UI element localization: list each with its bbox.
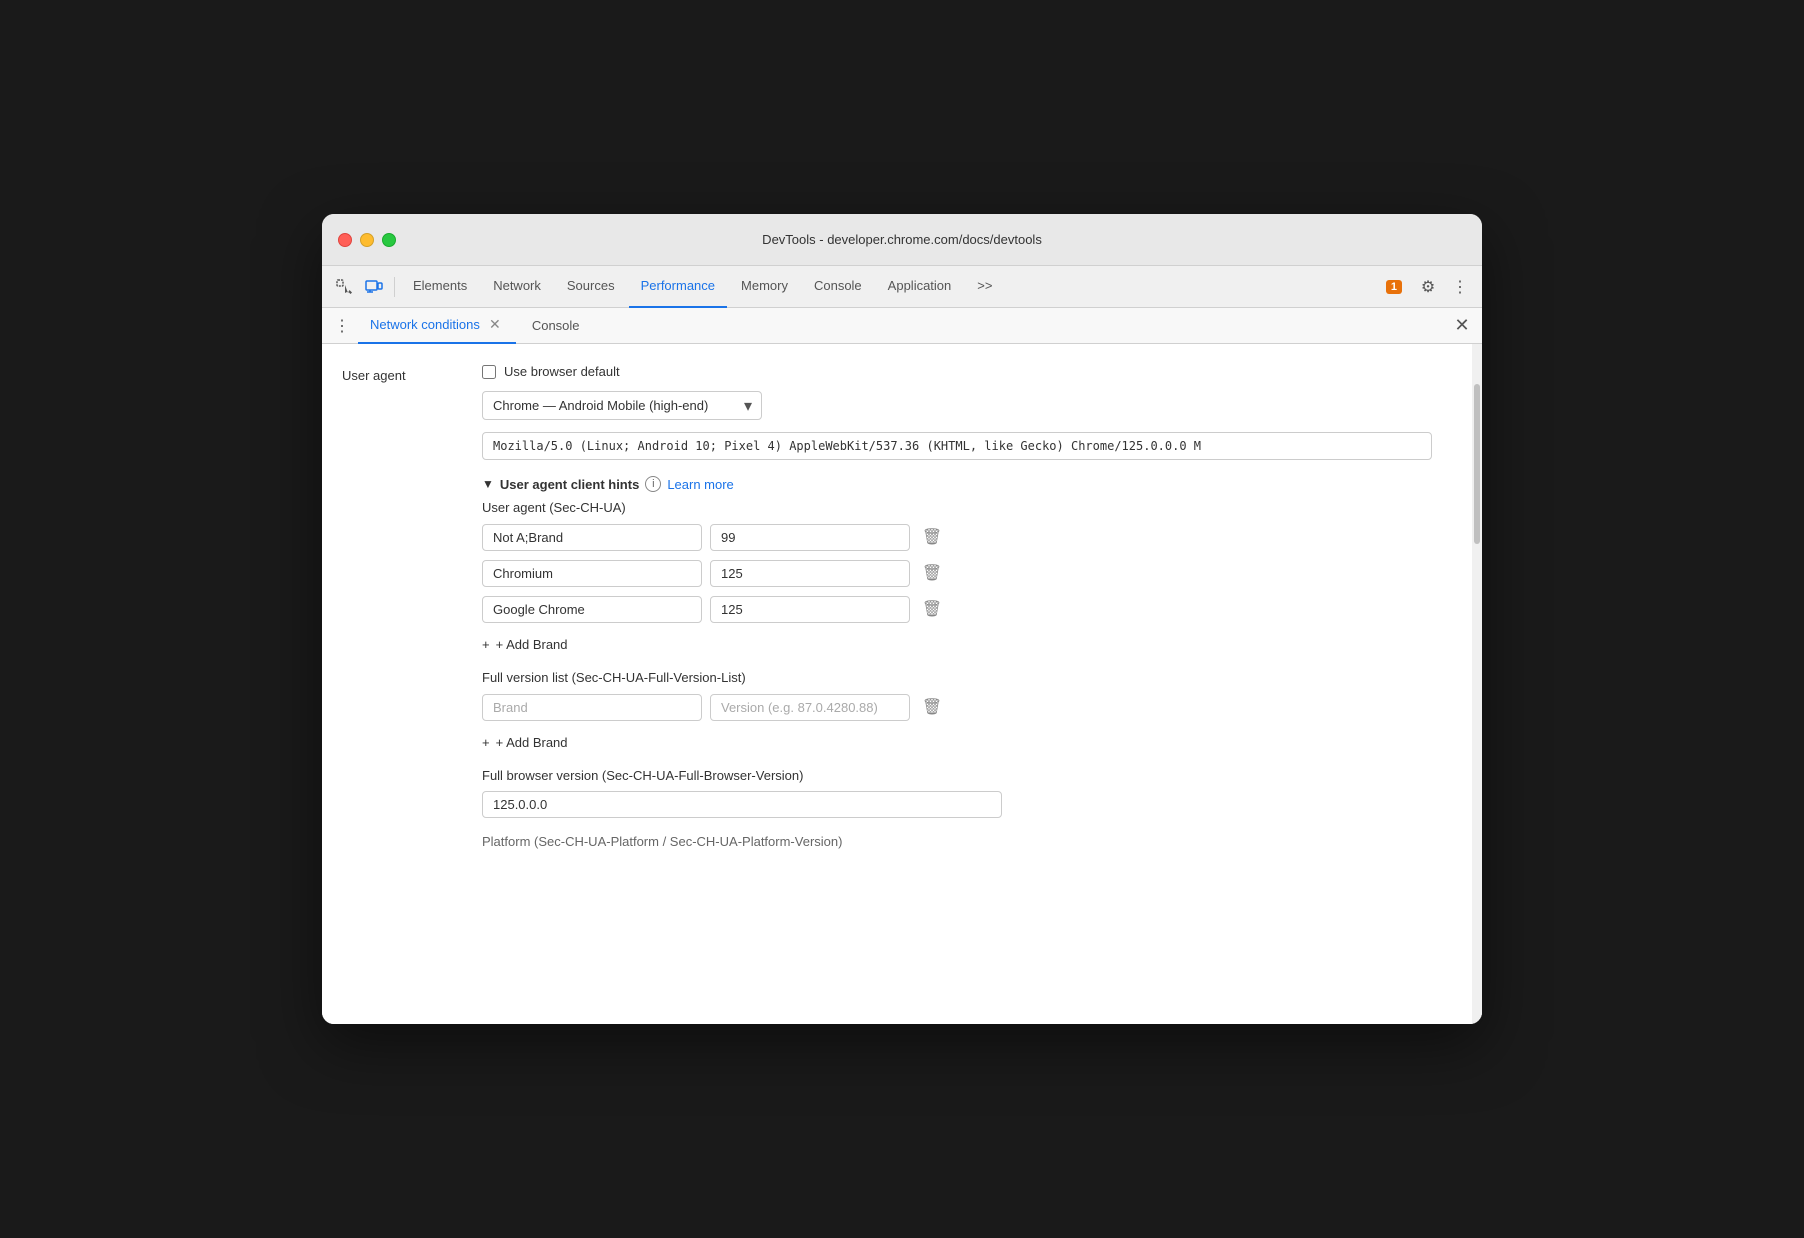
main-content: User agent Use browser default Chrome — … (322, 344, 1482, 1024)
tab-more[interactable]: >> (965, 266, 1004, 308)
brand-version-input-2[interactable] (710, 596, 910, 623)
full-version-brand-row-0: 🗑 (482, 693, 1432, 721)
settings-icon[interactable]: ⚙ (1414, 273, 1442, 301)
add-full-version-brand-button[interactable]: + + Add Brand (482, 729, 1432, 756)
tab-sources[interactable]: Sources (555, 266, 627, 308)
minimize-button[interactable] (360, 233, 374, 247)
brand-name-input-0[interactable] (482, 524, 702, 551)
full-version-list-label: Full version list (Sec-CH-UA-Full-Versio… (482, 670, 1432, 685)
issues-button[interactable]: 1 (1378, 276, 1410, 298)
full-browser-version-input[interactable] (482, 791, 1002, 818)
platform-section-label: Platform (Sec-CH-UA-Platform / Sec-CH-UA… (482, 826, 1432, 849)
subtab-console[interactable]: Console (520, 308, 592, 344)
brand-row-1: 🗑 (482, 559, 1432, 587)
plus-icon-2: + (482, 735, 490, 750)
info-icon[interactable]: i (645, 476, 661, 492)
subtoolbar: ⋮ Network conditions ✕ Console ✕ (322, 308, 1482, 344)
delete-full-version-brand-button[interactable]: 🗑 (918, 693, 946, 721)
content-area: User agent Use browser default Chrome — … (322, 344, 1472, 1024)
brand-row-0: 🗑 (482, 523, 1432, 551)
hints-title: User agent client hints (500, 477, 639, 492)
tab-performance[interactable]: Performance (629, 266, 727, 308)
plus-icon: + (482, 637, 490, 652)
tab-network[interactable]: Network (481, 266, 553, 308)
user-agent-label: User agent (342, 364, 482, 383)
scrollbar-thumb[interactable] (1474, 384, 1480, 544)
full-browser-version-label: Full browser version (Sec-CH-UA-Full-Bro… (482, 768, 1432, 783)
titlebar: DevTools - developer.chrome.com/docs/dev… (322, 214, 1482, 266)
more-options-icon[interactable]: ⋮ (1446, 273, 1474, 301)
toolbar-right: 1 ⚙ ⋮ (1378, 273, 1474, 301)
close-panel-icon[interactable]: ✕ (1450, 314, 1474, 338)
add-brand-button[interactable]: + + Add Brand (482, 631, 1432, 658)
user-agent-content: Use browser default Chrome — Android Mob… (482, 364, 1432, 853)
tab-console[interactable]: Console (802, 266, 874, 308)
devtools-window: DevTools - developer.chrome.com/docs/dev… (322, 214, 1482, 1024)
ua-string-input[interactable] (482, 432, 1432, 460)
full-version-version-input[interactable] (710, 694, 910, 721)
device-icon[interactable] (360, 273, 388, 301)
delete-brand-button-0[interactable]: 🗑 (918, 523, 946, 551)
close-network-conditions-tab[interactable]: ✕ (486, 316, 504, 334)
maximize-button[interactable] (382, 233, 396, 247)
subtab-network-conditions-label: Network conditions (370, 317, 480, 332)
ua-select-wrapper: Chrome — Android Mobile (high-end) Chrom… (482, 391, 762, 420)
user-agent-section: User agent Use browser default Chrome — … (342, 364, 1432, 853)
brand-row-2: 🗑 (482, 595, 1432, 623)
tab-memory[interactable]: Memory (729, 266, 800, 308)
main-toolbar: Elements Network Sources Performance Mem… (322, 266, 1482, 308)
use-browser-default-label[interactable]: Use browser default (504, 364, 620, 379)
hints-toggle-icon[interactable]: ▼ (482, 477, 494, 491)
cursor-icon[interactable] (330, 273, 358, 301)
subtab-menu-icon[interactable]: ⋮ (330, 314, 354, 338)
ua-preset-select[interactable]: Chrome — Android Mobile (high-end) Chrom… (482, 391, 762, 420)
scrollbar[interactable] (1472, 344, 1482, 1024)
use-browser-default-row: Use browser default (482, 364, 1432, 379)
client-hints-section: ▼ User agent client hints i Learn more U… (482, 476, 1432, 849)
tab-application[interactable]: Application (876, 266, 964, 308)
brand-version-input-1[interactable] (710, 560, 910, 587)
sec-ch-ua-label: User agent (Sec-CH-UA) (482, 500, 1432, 515)
window-title: DevTools - developer.chrome.com/docs/dev… (762, 232, 1042, 247)
delete-brand-button-1[interactable]: 🗑 (918, 559, 946, 587)
hints-header: ▼ User agent client hints i Learn more (482, 476, 1432, 492)
issues-badge: 1 (1386, 280, 1402, 294)
traffic-lights (338, 233, 396, 247)
learn-more-link[interactable]: Learn more (667, 477, 733, 492)
delete-brand-button-2[interactable]: 🗑 (918, 595, 946, 623)
brand-name-input-1[interactable] (482, 560, 702, 587)
subtab-network-conditions[interactable]: Network conditions ✕ (358, 308, 516, 344)
brand-name-input-2[interactable] (482, 596, 702, 623)
full-version-brand-input[interactable] (482, 694, 702, 721)
tab-elements[interactable]: Elements (401, 266, 479, 308)
use-browser-default-checkbox[interactable] (482, 365, 496, 379)
close-button[interactable] (338, 233, 352, 247)
toolbar-separator (394, 277, 395, 297)
brand-version-input-0[interactable] (710, 524, 910, 551)
